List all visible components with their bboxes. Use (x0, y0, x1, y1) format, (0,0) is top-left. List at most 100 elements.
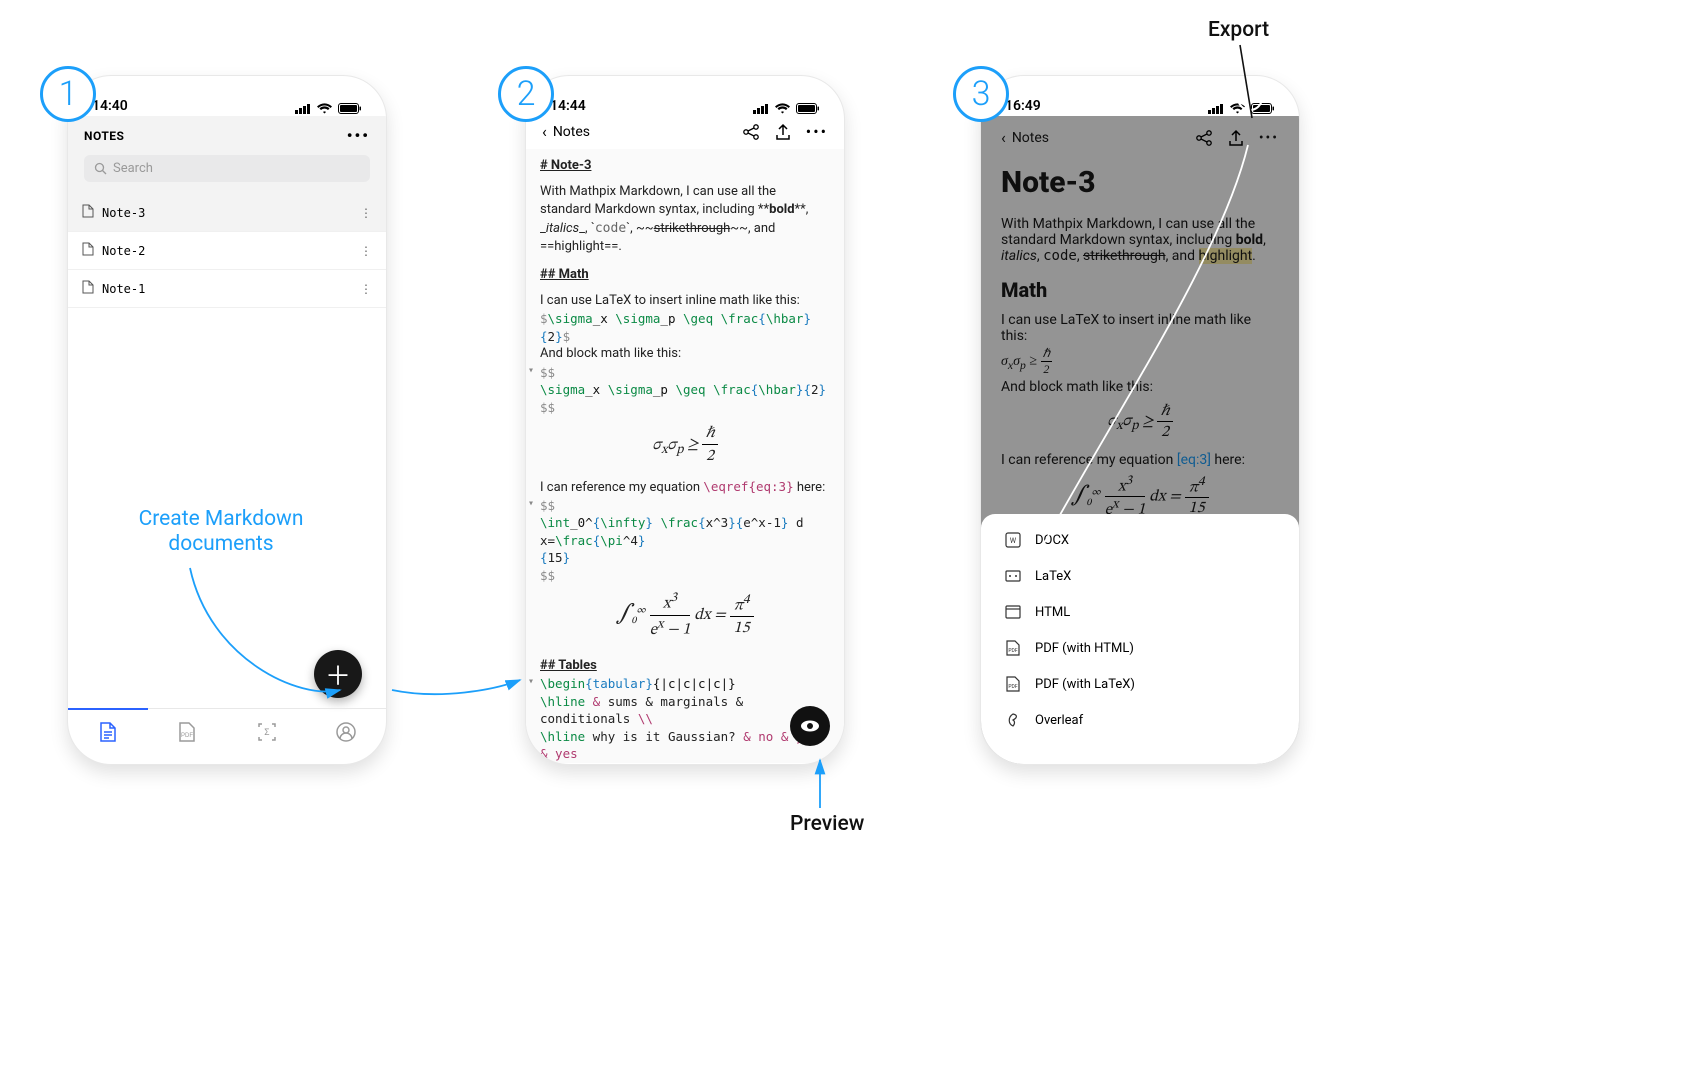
notes-header: NOTES ••• Search (68, 116, 386, 194)
clock: 16:49 (1005, 98, 1041, 114)
tab-bar: PDF Σ (68, 708, 386, 754)
tab-profile[interactable] (307, 709, 387, 754)
callout-export: Export (1208, 18, 1269, 42)
export-sheet: WDOCX LaTeX HTML PDFPDF (with HTML) PDFP… (981, 514, 1299, 764)
row-more-button[interactable]: ⋮ (360, 206, 372, 220)
tab-scan[interactable]: Σ (227, 709, 307, 754)
callout-create: Create Markdown documents (116, 507, 326, 557)
pdf-icon: PDF (176, 721, 198, 743)
back-button[interactable]: ‹ (542, 122, 547, 141)
docx-icon: W (1005, 532, 1021, 548)
callout-preview: Preview (790, 812, 864, 836)
md-latex-tabular: \hline why is it Gaussian? & no & yes & … (540, 728, 830, 763)
md-text: ==highlight==. (540, 238, 830, 256)
more-button[interactable]: ••• (347, 126, 370, 145)
md-latex-tabular: \hline & sums & marginals & conditionals… (540, 693, 830, 728)
md-latex-block-close: $$ (540, 567, 830, 585)
md-latex-inline: $\sigma_x \sigma_p \geq \frac{\hbar}{2}$ (540, 310, 830, 345)
export-pdf-latex[interactable]: PDF PDF (with LaTeX) (981, 666, 1299, 702)
svg-text:PDF: PDF (1008, 648, 1017, 654)
pdf-icon: PDF (1005, 676, 1021, 692)
notes-title: NOTES (84, 129, 124, 143)
step-2-badge: 2 (498, 66, 554, 122)
export-overleaf[interactable]: Overleaf (981, 702, 1299, 738)
md-latex-block-open: $$ (540, 364, 830, 382)
note-row[interactable]: Note-2 ⋮ (68, 232, 386, 270)
md-latex-tabular: \begin{tabular}{|c|c|c|c|} (540, 675, 830, 693)
md-text: I can use LaTeX to insert inline math li… (540, 292, 830, 310)
md-heading: ## Tables (540, 657, 830, 675)
export-label: PDF (with LaTeX) (1035, 677, 1135, 692)
md-heading: # Note-3 (540, 157, 830, 175)
preview-button[interactable] (790, 706, 830, 746)
md-latex-block: {15} (540, 549, 830, 567)
svg-text:Σ: Σ (264, 728, 269, 738)
step-1-badge: 1 (40, 66, 96, 122)
note-name: Note-3 (102, 206, 360, 220)
document-icon (82, 242, 94, 259)
export-docx[interactable]: W DOCX (981, 522, 1299, 558)
export-html[interactable]: HTML (981, 594, 1299, 630)
step-3-badge: 3 (953, 66, 1009, 122)
svg-text:W: W (1010, 537, 1017, 545)
html-icon (1005, 604, 1021, 620)
note-name: Note-1 (102, 282, 360, 296)
more-button[interactable]: ••• (806, 122, 828, 141)
export-label: HTML (1035, 605, 1070, 620)
md-text: _italics_, `code`, ~~strikethrough~~, an… (540, 220, 830, 238)
md-text: And block math like this: (540, 345, 830, 363)
latex-icon (1005, 568, 1021, 584)
status-icons (295, 103, 362, 114)
note-row[interactable]: Note-3 ⋮ (68, 194, 386, 232)
row-more-button[interactable]: ⋮ (360, 244, 372, 258)
search-input[interactable]: Search (84, 155, 370, 182)
md-heading: ## Math (540, 266, 830, 284)
md-latex-block: \int_0^{\infty} \frac{x^3}{e^x-1} d x=\f… (540, 514, 830, 549)
export-label: PDF (with HTML) (1035, 641, 1134, 656)
tab-documents[interactable] (68, 708, 148, 754)
md-latex-block-open: $$ (540, 497, 830, 515)
export-label: DOCX (1035, 533, 1069, 548)
export-latex[interactable]: LaTeX (981, 558, 1299, 594)
profile-icon (335, 721, 357, 743)
md-latex-block: \sigma_x \sigma_p \geq \frac{\hbar}{2} (540, 381, 830, 399)
export-label: LaTeX (1035, 569, 1071, 584)
overleaf-icon (1005, 712, 1021, 728)
md-text: With Mathpix Markdown, I can use all the (540, 183, 830, 201)
create-note-button[interactable]: ＋ (314, 650, 362, 698)
export-highlight (1237, 85, 1263, 111)
export-icon[interactable] (774, 123, 792, 141)
scan-icon: Σ (256, 721, 278, 743)
search-icon (94, 162, 107, 175)
svg-text:PDF: PDF (181, 733, 193, 739)
phone-editor: 14:44 ‹ Notes ••• # Note-3 With Mathpix … (525, 75, 845, 765)
plus-icon: ＋ (325, 656, 351, 693)
md-text: I can reference my equation \eqref{eq:3}… (540, 478, 830, 497)
status-icons (753, 103, 820, 114)
md-latex-block-close: $$ (540, 399, 830, 417)
phone-preview-export: 16:49 ‹ Notes ••• Note-3 With Mathpix Ma… (980, 75, 1300, 765)
back-label[interactable]: Notes (553, 124, 738, 140)
math-render: σxσp ≥ ℏ2 (540, 416, 830, 478)
note-name: Note-2 (102, 244, 360, 258)
svg-text:PDF: PDF (1008, 684, 1017, 690)
clock: 14:40 (92, 98, 128, 114)
export-pdf-html[interactable]: PDF PDF (with HTML) (981, 630, 1299, 666)
tab-pdf[interactable]: PDF (148, 709, 228, 754)
document-icon (98, 721, 118, 743)
note-row[interactable]: Note-1 ⋮ (68, 270, 386, 308)
phone-notes-list: 14:40 NOTES ••• Search Note-3 ⋮ (67, 75, 387, 765)
document-icon (82, 204, 94, 221)
share-icon[interactable] (742, 123, 760, 141)
row-more-button[interactable]: ⋮ (360, 282, 372, 296)
pdf-icon: PDF (1005, 640, 1021, 656)
clock: 14:44 (550, 98, 586, 114)
markdown-editor[interactable]: # Note-3 With Mathpix Markdown, I can us… (526, 149, 844, 763)
search-placeholder: Search (113, 161, 153, 176)
eye-icon (799, 715, 821, 737)
nav-bar: ‹ Notes ••• (526, 116, 844, 149)
math-render: ∫0∞ x3ex − 1 dx = π415 (540, 584, 830, 650)
document-icon (82, 280, 94, 297)
md-text: standard Markdown syntax, including **bo… (540, 201, 830, 219)
export-label: Overleaf (1035, 713, 1083, 728)
